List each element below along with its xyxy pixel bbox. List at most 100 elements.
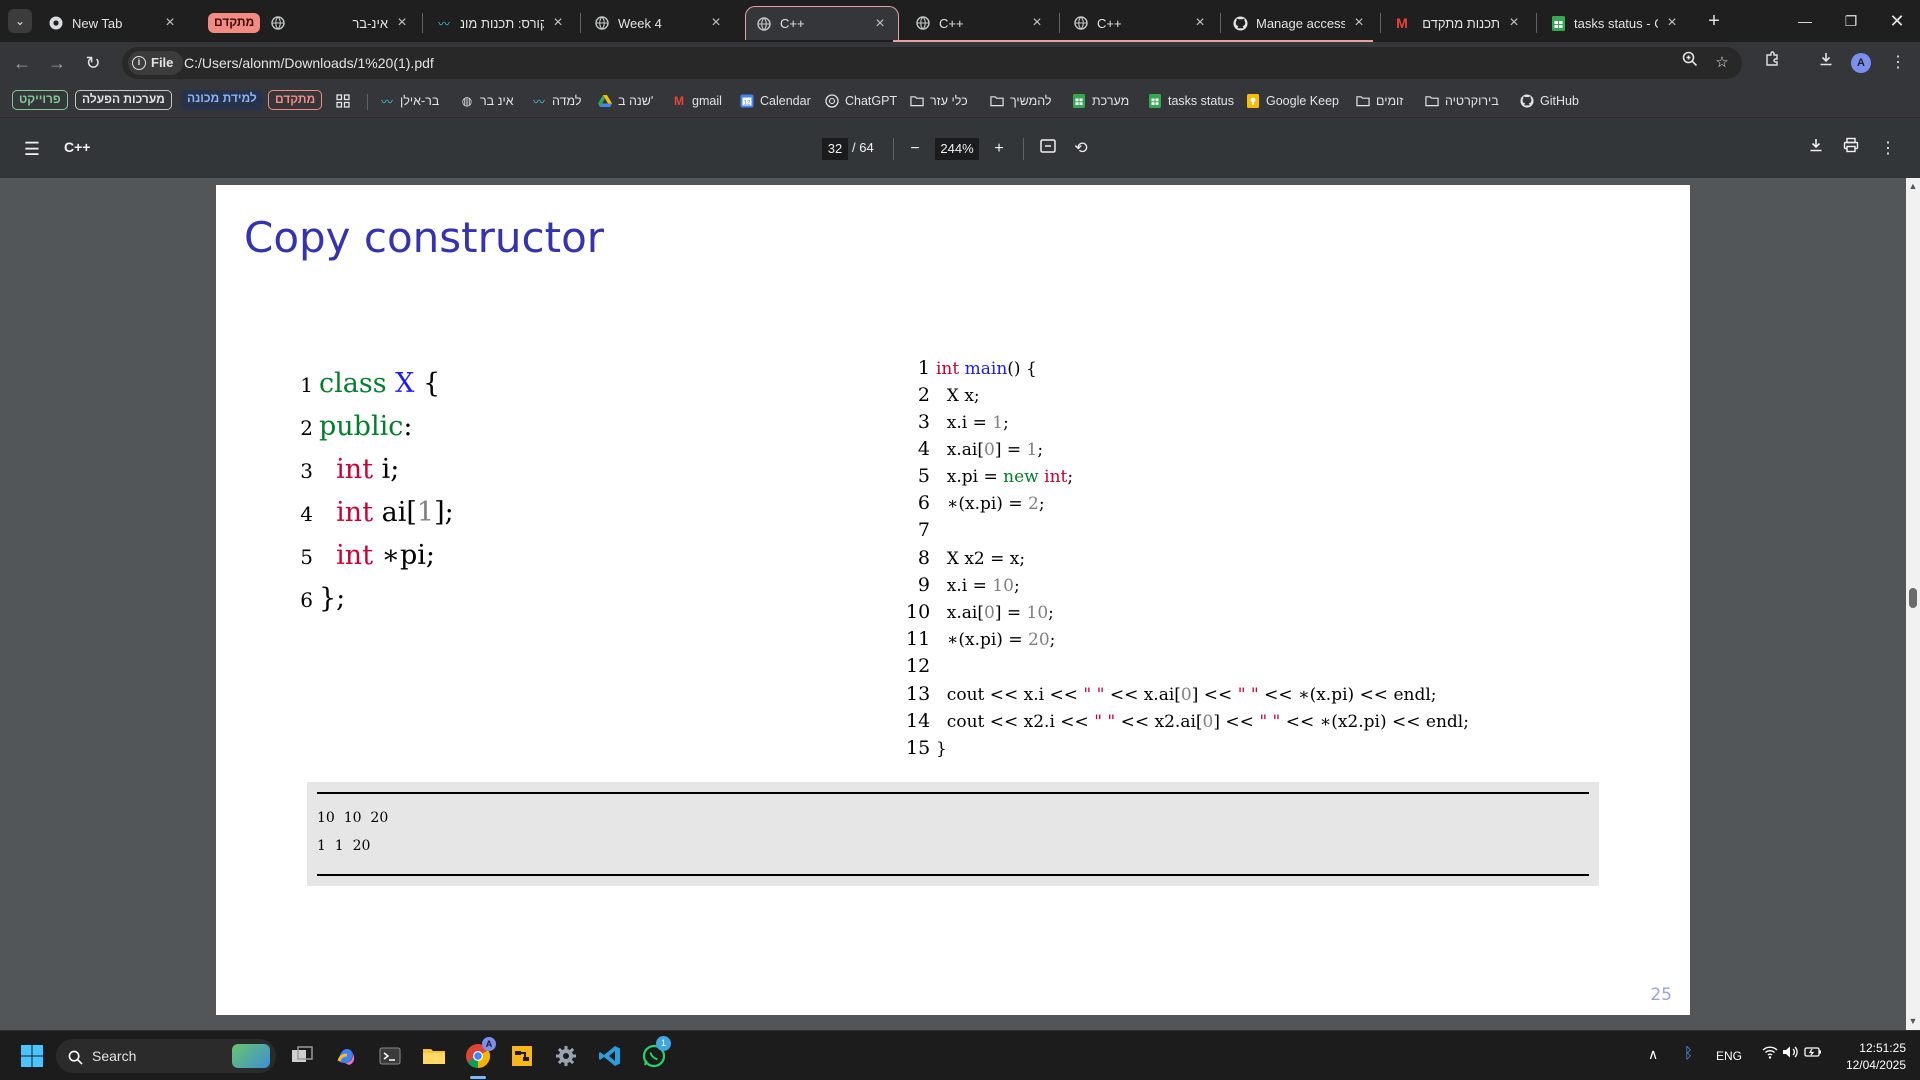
battery-icon[interactable] bbox=[1804, 1045, 1822, 1062]
bookmark-group-os[interactable]: מערכות הפעלה bbox=[75, 90, 172, 110]
close-icon[interactable]: × bbox=[1351, 14, 1367, 32]
taskbar-search[interactable]: Search bbox=[56, 1039, 276, 1073]
windows-start-icon[interactable] bbox=[16, 1040, 48, 1072]
output-rule-bottom bbox=[317, 874, 1589, 876]
folder-icon bbox=[990, 94, 1004, 108]
task-view-icon[interactable] bbox=[286, 1040, 318, 1072]
bookmark-bar-ilan[interactable]: 〰 בר-אילן bbox=[380, 89, 439, 113]
bookmark-calendar[interactable]: 12 Calendar bbox=[740, 89, 811, 113]
bluetooth-icon[interactable]: ᛒ bbox=[1684, 1045, 1693, 1062]
bookmark-folder-continue[interactable]: להמשיך bbox=[990, 89, 1052, 113]
zoom-in-icon[interactable]: + bbox=[986, 136, 1012, 162]
settings-gear-icon[interactable] bbox=[550, 1040, 582, 1072]
pdf-viewer[interactable]: Copy constructor 1 class X { 2 public: 3 i… bbox=[0, 178, 1920, 1030]
downloads-icon[interactable] bbox=[1812, 49, 1840, 77]
wave-icon: 〰 bbox=[532, 94, 545, 109]
zoom-icon[interactable] bbox=[1678, 51, 1702, 75]
tab-course[interactable]: 〰 קורס: תכנות מונ × bbox=[426, 6, 576, 40]
tab-inbar[interactable]: אינ-בר × bbox=[300, 6, 420, 40]
new-tab-button[interactable]: + bbox=[1701, 9, 1727, 35]
zoom-input[interactable]: 244% bbox=[935, 138, 979, 160]
bookmark-chatgpt[interactable]: ChatGPT bbox=[825, 89, 897, 113]
zoom-out-icon[interactable]: − bbox=[902, 136, 928, 162]
close-icon[interactable]: × bbox=[550, 14, 566, 32]
bookmark-tasks-status[interactable]: tasks status bbox=[1148, 89, 1234, 113]
bookmark-lamda[interactable]: 〰 למדה bbox=[532, 89, 581, 113]
bookmark-folder-bureaucracy[interactable]: בירוקרטיה bbox=[1425, 89, 1499, 113]
code-line: 12 bbox=[906, 655, 936, 677]
download-icon[interactable] bbox=[1803, 136, 1829, 162]
tab-cpp-active[interactable]: C++ × bbox=[745, 6, 899, 40]
bookmark-folder-tools[interactable]: כלי עזר bbox=[910, 89, 968, 113]
close-icon[interactable]: × bbox=[1506, 14, 1522, 32]
restore-button[interactable]: ❐ bbox=[1828, 6, 1874, 36]
bookmark-star-icon[interactable]: ☆ bbox=[1710, 51, 1734, 75]
close-icon[interactable]: × bbox=[1192, 14, 1208, 32]
clock-time[interactable]: 12:51:25 bbox=[1856, 1041, 1906, 1055]
bookmark-gmail[interactable]: Mgmail bbox=[672, 89, 722, 113]
bookmark-system[interactable]: מערכת bbox=[1072, 89, 1129, 113]
close-icon[interactable]: × bbox=[394, 14, 410, 32]
print-icon[interactable] bbox=[1838, 136, 1864, 162]
page-number-input[interactable]: 32 bbox=[822, 138, 848, 160]
tab-title: Week 4 bbox=[618, 15, 662, 31]
tab-gmail-advanced[interactable]: M תכנות מתקדם × bbox=[1384, 6, 1532, 40]
bookmark-group-project[interactable]: פרוייקט bbox=[12, 90, 68, 110]
scroll-thumb[interactable] bbox=[1909, 588, 1917, 608]
copilot-icon[interactable] bbox=[330, 1040, 362, 1072]
bookmark-year-b[interactable]: שנה ב' bbox=[598, 89, 653, 113]
close-window-button[interactable]: ✕ bbox=[1874, 6, 1920, 36]
close-icon[interactable]: × bbox=[1029, 14, 1045, 32]
tab-new-tab[interactable]: New Tab × bbox=[38, 6, 188, 40]
terminal-icon[interactable] bbox=[374, 1040, 406, 1072]
file-explorer-icon[interactable] bbox=[418, 1040, 450, 1072]
wifi-icon[interactable] bbox=[1762, 1045, 1778, 1062]
chrome-profile-badge: A bbox=[482, 1037, 496, 1051]
bookmark-inbar[interactable]: ◍ אינ בר bbox=[460, 89, 514, 113]
bookmark-label: Google Keep bbox=[1266, 94, 1339, 108]
tab-week4[interactable]: Week 4 × bbox=[584, 6, 734, 40]
clock-date[interactable]: 12/04/2025 bbox=[1838, 1058, 1906, 1072]
tray-chevron-icon[interactable]: ∧ bbox=[1648, 1046, 1658, 1063]
scroll-down-icon[interactable]: ▼ bbox=[1908, 1016, 1918, 1026]
bookmark-github[interactable]: GitHub bbox=[1520, 89, 1579, 113]
bookmark-group-ml[interactable]: למידת מכונה bbox=[181, 90, 263, 110]
bookmark-google-keep[interactable]: Google Keep bbox=[1246, 89, 1339, 113]
tab-cpp-3[interactable]: C++ × bbox=[1063, 6, 1218, 40]
tab-tasks-status[interactable]: tasks status - Go × bbox=[1540, 6, 1690, 40]
close-icon[interactable]: × bbox=[162, 14, 178, 32]
chrome-taskbar-icon[interactable]: A bbox=[462, 1037, 496, 1079]
volume-icon[interactable] bbox=[1782, 1045, 1798, 1062]
url-text[interactable]: C:/Users/alonm/Downloads/1%20(1).pdf bbox=[184, 47, 434, 79]
profile-avatar[interactable]: A bbox=[1851, 53, 1871, 73]
line-number: 3 bbox=[917, 411, 930, 433]
minimize-button[interactable]: — bbox=[1782, 6, 1828, 36]
more-options-icon[interactable]: ⋮ bbox=[1875, 136, 1901, 162]
rotate-icon[interactable]: ⟲ bbox=[1068, 136, 1094, 162]
close-icon[interactable]: × bbox=[872, 15, 888, 33]
address-bar[interactable]: i File C:/Users/alonm/Downloads/1%20(1).… bbox=[122, 47, 1742, 79]
close-icon[interactable]: × bbox=[708, 14, 724, 32]
extensions-icon[interactable] bbox=[1758, 49, 1786, 77]
tab-search-button[interactable]: ⌄ bbox=[8, 9, 32, 33]
menu-hamburger-icon[interactable]: ☰ bbox=[19, 136, 45, 162]
tab-manage-access[interactable]: Manage access × bbox=[1222, 6, 1377, 40]
vertical-scrollbar[interactable]: ▲ ▼ bbox=[1906, 178, 1920, 1030]
forward-button[interactable]: → bbox=[43, 49, 71, 77]
menu-kebab-icon[interactable]: ⋮ bbox=[1884, 49, 1912, 77]
bookmark-folder-zooms[interactable]: זומים bbox=[1356, 89, 1403, 113]
back-button[interactable]: ← bbox=[8, 49, 36, 77]
vscode-icon[interactable] bbox=[594, 1040, 626, 1072]
apps-grid-icon[interactable] bbox=[336, 89, 350, 113]
scroll-up-icon[interactable]: ▲ bbox=[1908, 181, 1918, 191]
tab-title: אינ-בר bbox=[352, 15, 388, 31]
close-icon[interactable]: × bbox=[1664, 14, 1680, 32]
bookmark-group-advanced[interactable]: מתקדם bbox=[268, 90, 323, 110]
dev-tool-icon[interactable] bbox=[506, 1040, 538, 1072]
reload-button[interactable]: ↻ bbox=[79, 49, 107, 77]
site-info-chip[interactable]: i File bbox=[128, 51, 184, 75]
whatsapp-icon[interactable]: 1 bbox=[638, 1036, 671, 1072]
tab-cpp-2[interactable]: C++ × bbox=[905, 6, 1055, 40]
language-indicator[interactable]: ENG bbox=[1716, 1049, 1742, 1063]
fit-page-icon[interactable] bbox=[1035, 136, 1061, 162]
